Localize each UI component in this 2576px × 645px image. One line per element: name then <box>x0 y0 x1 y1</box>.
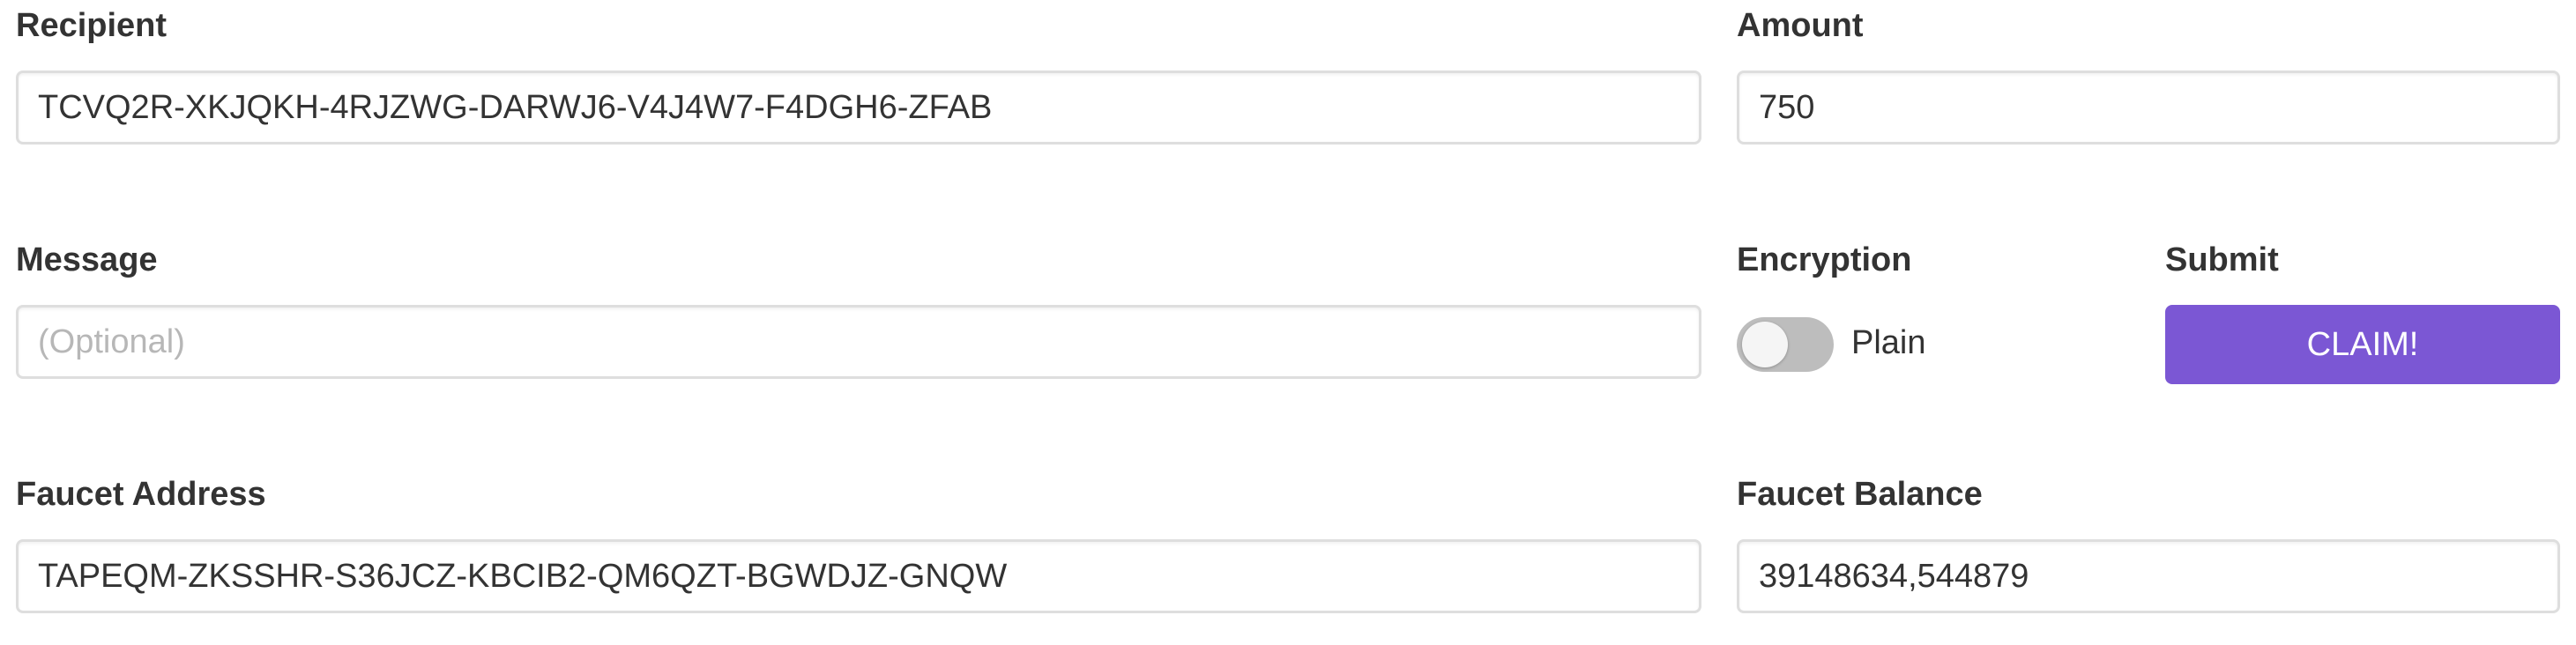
amount-input[interactable]: 750 <box>1737 70 2560 145</box>
recipient-input[interactable]: TCVQ2R-XKJQKH-4RJZWG-DARWJ6-V4J4W7-F4DGH… <box>16 70 1701 145</box>
faucet-balance-input[interactable]: 39148634,544879 <box>1737 539 2560 613</box>
recipient-amount-row: Recipient TCVQ2R-XKJQKH-4RJZWG-DARWJ6-V4… <box>0 0 2576 176</box>
encryption-toggle-knob[interactable] <box>1742 322 1788 367</box>
message-encryption-submit-row: Message (Optional) Encryption Plain Subm… <box>0 234 2576 411</box>
message-input[interactable]: (Optional) <box>16 305 1701 379</box>
recipient-label: Recipient <box>16 7 168 44</box>
claim-button[interactable]: CLAIM! <box>2165 305 2560 384</box>
encryption-label: Encryption <box>1737 241 1912 278</box>
encryption-toggle-label: Plain <box>1851 324 1926 361</box>
faucet-address-label: Faucet Address <box>16 476 266 513</box>
faucet-row: Faucet Address TAPEQM-ZKSSHR-S36JCZ-KBCI… <box>0 469 2576 645</box>
faucet-address-input[interactable]: TAPEQM-ZKSSHR-S36JCZ-KBCIB2-QM6QZT-BGWDJ… <box>16 539 1701 613</box>
encryption-toggle-track[interactable] <box>1737 317 1834 372</box>
submit-label: Submit <box>2165 241 2279 278</box>
encryption-toggle[interactable]: Plain <box>1737 305 2107 379</box>
message-label: Message <box>16 241 158 278</box>
faucet-balance-label: Faucet Balance <box>1737 476 1983 513</box>
amount-label: Amount <box>1737 7 1864 44</box>
